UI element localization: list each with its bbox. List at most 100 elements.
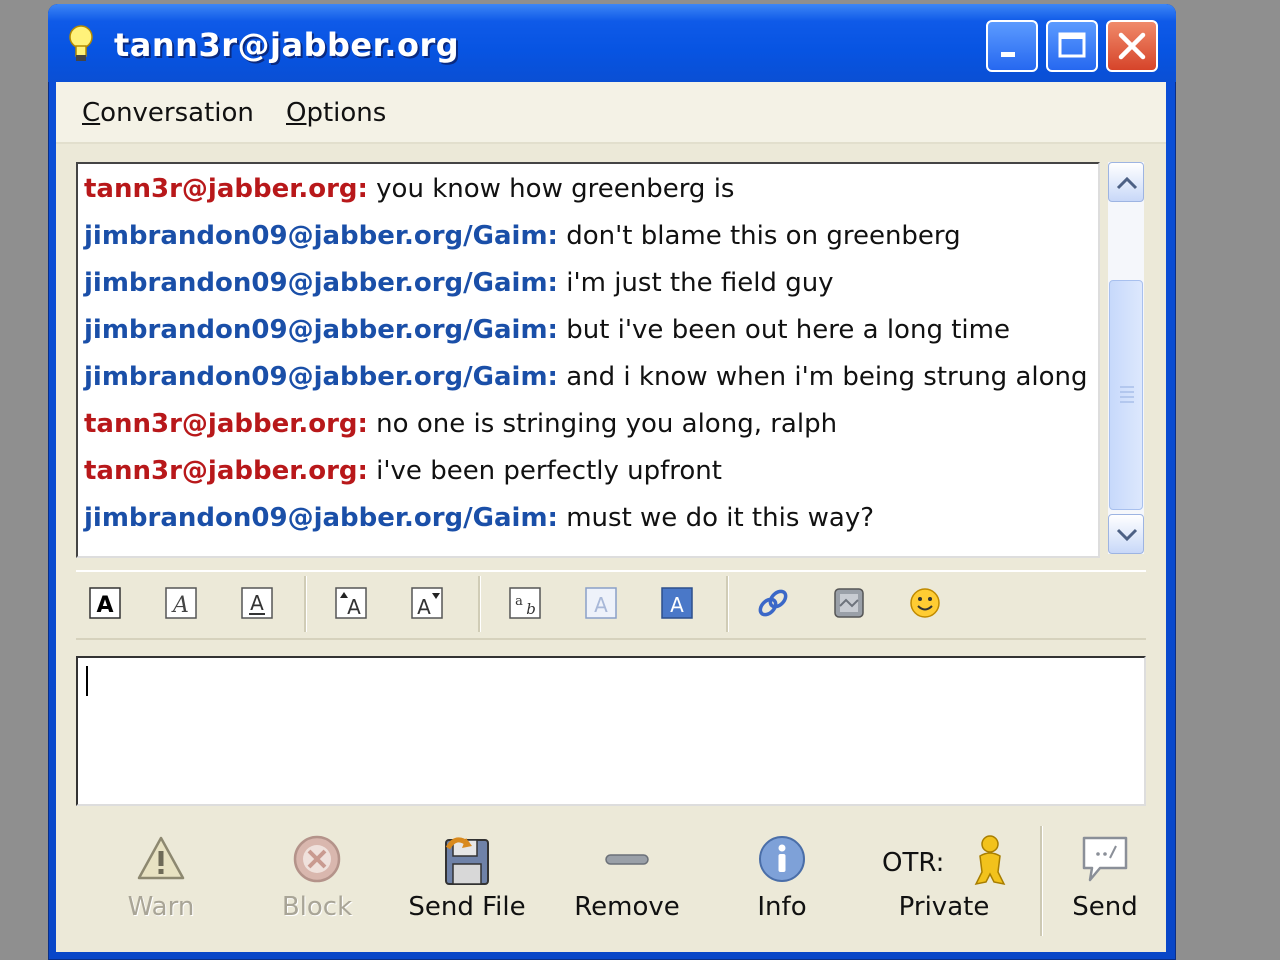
otr-button[interactable]: OTR: Private bbox=[874, 834, 1014, 934]
menu-options-mnemonic: O bbox=[286, 98, 307, 128]
insert-image-button[interactable] bbox=[832, 586, 866, 620]
window-client-area: Conversation Options tann3r@jabber.org: … bbox=[56, 82, 1166, 952]
message-sender: jimbrandon09@jabber.org/Gaim: bbox=[84, 315, 558, 345]
block-button[interactable]: Block bbox=[262, 834, 372, 934]
text-color-icon: A bbox=[585, 587, 617, 619]
bold-button[interactable]: A bbox=[88, 586, 122, 620]
toolbar-separator bbox=[304, 576, 307, 632]
smiley-icon bbox=[910, 588, 940, 618]
background-color-icon: A bbox=[661, 587, 693, 619]
warn-label: Warn bbox=[127, 892, 195, 922]
send-file-button[interactable]: Send File bbox=[402, 834, 532, 934]
menu-conversation-mnemonic: C bbox=[82, 98, 101, 128]
message-line: jimbrandon09@jabber.org/Gaim: don't blam… bbox=[84, 221, 961, 251]
message-sender: tann3r@jabber.org: bbox=[84, 174, 368, 204]
floppy-icon bbox=[445, 837, 489, 885]
underline-button[interactable]: A bbox=[240, 586, 274, 620]
remove-button[interactable]: Remove bbox=[562, 834, 692, 934]
maximize-button[interactable] bbox=[1046, 20, 1098, 72]
font-face-button[interactable]: ab bbox=[508, 586, 542, 620]
background-color-button[interactable]: A bbox=[660, 586, 694, 620]
message-text: you know how greenberg is bbox=[367, 174, 735, 204]
message-text: i'm just the field guy bbox=[557, 268, 834, 298]
conversation-log[interactable]: tann3r@jabber.org: you know how greenber… bbox=[76, 162, 1100, 558]
window-title: tann3r@jabber.org bbox=[114, 26, 460, 64]
svg-text:b: b bbox=[526, 600, 536, 618]
send-button[interactable]: Send bbox=[1060, 834, 1150, 934]
menu-bar: Conversation Options bbox=[56, 82, 1166, 144]
scroll-thumb[interactable] bbox=[1109, 280, 1143, 510]
smaller-font-button[interactable]: A bbox=[410, 586, 444, 620]
remove-label: Remove bbox=[574, 892, 680, 922]
chevron-up-icon bbox=[1116, 176, 1138, 190]
bold-icon: A bbox=[89, 587, 121, 619]
message-text: must we do it this way? bbox=[557, 503, 875, 533]
chevron-down-icon bbox=[1116, 528, 1138, 542]
message-line: tann3r@jabber.org: you know how greenber… bbox=[84, 174, 734, 204]
svg-text:A: A bbox=[594, 593, 608, 617]
info-icon bbox=[759, 836, 805, 882]
minimize-button[interactable] bbox=[986, 20, 1038, 72]
message-text: no one is stringing you along, ralph bbox=[367, 409, 838, 439]
message-text: i've been perfectly upfront bbox=[367, 456, 722, 486]
chat-window: tann3r@jabber.org Conversation Options t… bbox=[48, 4, 1176, 960]
title-bar[interactable]: tann3r@jabber.org bbox=[48, 4, 1176, 82]
insert-smiley-button[interactable] bbox=[908, 586, 942, 620]
scroll-down-button[interactable] bbox=[1108, 514, 1144, 554]
svg-text:a: a bbox=[515, 594, 523, 609]
close-icon bbox=[1118, 32, 1146, 60]
foreground-color-button[interactable]: A bbox=[584, 586, 618, 620]
svg-text:A: A bbox=[96, 593, 113, 618]
svg-text:A: A bbox=[670, 593, 684, 617]
close-button[interactable] bbox=[1106, 20, 1158, 72]
text-caret bbox=[86, 666, 88, 696]
log-scrollbar[interactable] bbox=[1108, 162, 1144, 554]
link-icon bbox=[758, 589, 788, 617]
minus-icon bbox=[605, 854, 649, 865]
minimize-icon bbox=[1001, 52, 1015, 57]
svg-text:A: A bbox=[347, 595, 361, 619]
warn-button[interactable]: Warn bbox=[106, 834, 216, 934]
message-line: tann3r@jabber.org: no one is stringing y… bbox=[84, 409, 837, 439]
larger-font-button[interactable]: A bbox=[334, 586, 368, 620]
scroll-up-button[interactable] bbox=[1108, 162, 1144, 202]
message-input[interactable] bbox=[76, 656, 1146, 806]
message-text: don't blame this on greenberg bbox=[557, 221, 961, 251]
maximize-icon bbox=[1058, 32, 1086, 58]
send-file-label: Send File bbox=[408, 892, 526, 922]
menu-options-label: ptions bbox=[306, 98, 387, 128]
toolbar-separator bbox=[726, 576, 729, 632]
info-button[interactable]: Info bbox=[732, 834, 832, 934]
insert-link-button[interactable] bbox=[756, 586, 790, 620]
message-sender: jimbrandon09@jabber.org/Gaim: bbox=[84, 268, 558, 298]
font-smaller-icon: A bbox=[411, 587, 443, 619]
otr-private-icon bbox=[974, 835, 1006, 886]
otr-label: OTR: bbox=[882, 848, 945, 878]
svg-text:A: A bbox=[417, 595, 431, 619]
message-text: and i know when i'm being strung along bbox=[557, 362, 1088, 392]
svg-text:A: A bbox=[171, 593, 189, 618]
font-larger-icon: A bbox=[335, 587, 367, 619]
message-sender: tann3r@jabber.org: bbox=[84, 456, 368, 486]
message-line: tann3r@jabber.org: i've been perfectly u… bbox=[84, 456, 722, 486]
message-line: jimbrandon09@jabber.org/Gaim: and i know… bbox=[84, 362, 1088, 392]
image-icon bbox=[834, 588, 864, 618]
otr-status: Private bbox=[898, 892, 990, 922]
info-label: Info bbox=[757, 892, 807, 922]
button-separator bbox=[1040, 826, 1043, 936]
block-icon bbox=[293, 835, 341, 883]
menu-conversation[interactable]: Conversation bbox=[82, 98, 254, 128]
svg-text:A: A bbox=[250, 591, 264, 615]
message-sender: jimbrandon09@jabber.org/Gaim: bbox=[84, 221, 558, 251]
message-sender: jimbrandon09@jabber.org/Gaim: bbox=[84, 503, 558, 533]
message-sender: jimbrandon09@jabber.org/Gaim: bbox=[84, 362, 558, 392]
font-face-icon: ab bbox=[509, 587, 541, 619]
italic-button[interactable]: A bbox=[164, 586, 198, 620]
menu-options[interactable]: Options bbox=[286, 98, 386, 128]
message-line: jimbrandon09@jabber.org/Gaim: i'm just t… bbox=[84, 268, 834, 298]
italic-icon: A bbox=[165, 587, 197, 619]
message-line: jimbrandon09@jabber.org/Gaim: but i've b… bbox=[84, 315, 1010, 345]
send-label: Send bbox=[1072, 892, 1138, 922]
speech-bubble-icon bbox=[1082, 836, 1128, 882]
toolbar-separator bbox=[478, 576, 481, 632]
